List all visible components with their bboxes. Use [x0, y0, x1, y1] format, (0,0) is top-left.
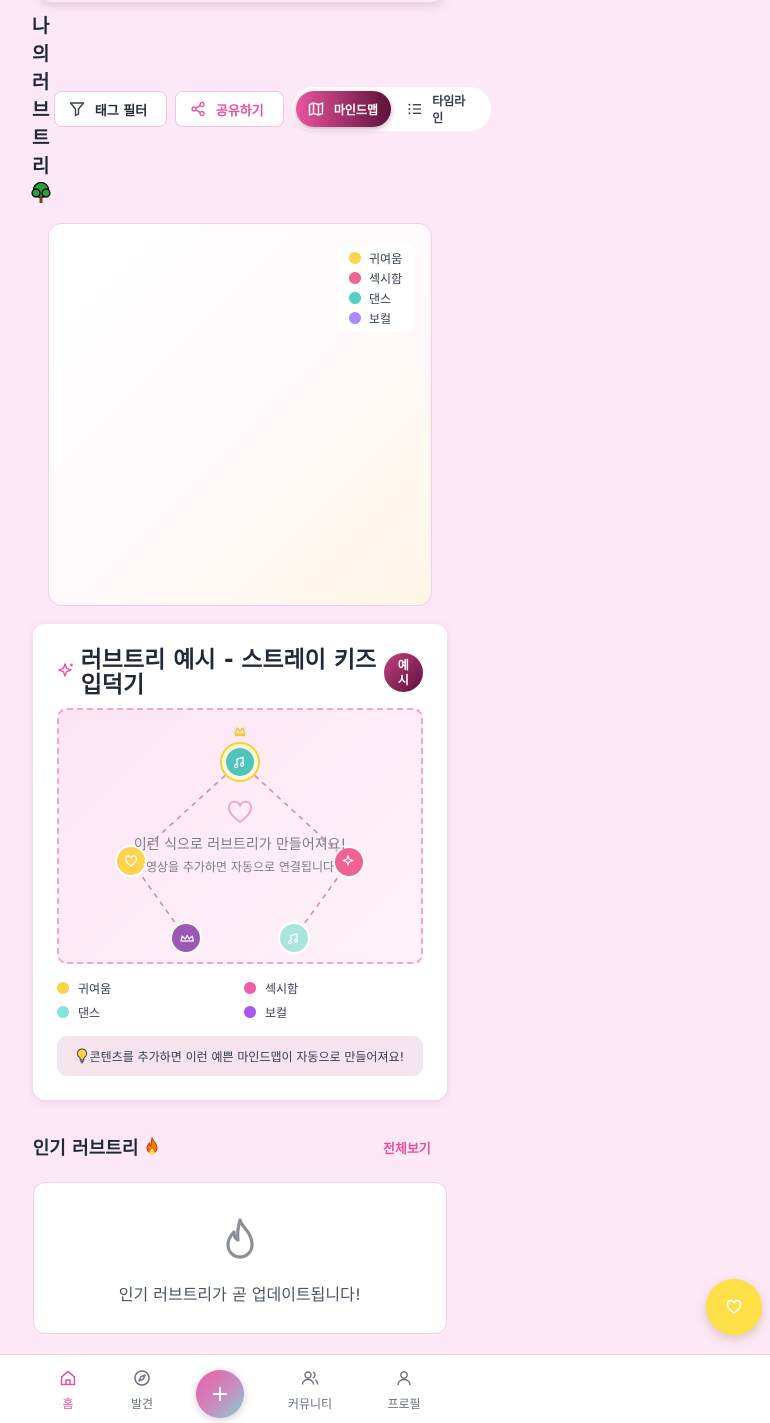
legend-label: 섹시함 [369, 271, 403, 286]
sparkle-icon [58, 663, 73, 677]
legend-label: 보컬 [369, 311, 392, 326]
legend-dot [349, 252, 361, 264]
legend-label: 댄스 [78, 1005, 101, 1020]
map-icon [308, 102, 324, 116]
compass-icon [134, 1370, 150, 1386]
filter-icon [69, 102, 85, 117]
example-card: 러브트리 예시 - 스트레이 키즈 입덕기 예시 이런 식으로 러브트리가 만들… [33, 624, 447, 1100]
legend-item: 댄스 [338, 288, 414, 308]
share-icon [191, 101, 205, 117]
legend-label: 귀여움 [78, 981, 112, 996]
nav-home[interactable]: 홈 [38, 1369, 98, 1412]
nav-community[interactable]: 커뮤니티 [280, 1369, 340, 1412]
node-vocal[interactable] [170, 922, 202, 954]
like-fab-button[interactable] [706, 1279, 762, 1335]
nav-profile[interactable]: 프로필 [374, 1369, 434, 1412]
example-badge: 예시 [384, 653, 423, 692]
page-title: 나의러브트리 [30, 12, 52, 204]
legend-item: 보컬 [338, 308, 414, 328]
lightbulb-icon [76, 1048, 87, 1064]
legend-item: 보컬 [244, 1004, 423, 1020]
list-icon [408, 103, 421, 115]
example-message: 이런 식으로 러브트리가 만들어져요! [133, 837, 347, 853]
tag-filter-button[interactable]: 태그 필터 [54, 91, 167, 127]
flame-outline-icon [226, 1218, 254, 1259]
legend-item: 댄스 [57, 1004, 244, 1020]
timeline-view-label: 타임라인 [432, 94, 466, 125]
legend-label: 귀여움 [369, 251, 403, 266]
legend-dot [349, 272, 361, 284]
tree-icon [31, 182, 51, 203]
legend-label: 댄스 [369, 291, 392, 306]
example-sub-message: 영상을 추가하면 자동으로 연결됩니다 [145, 860, 335, 874]
heart-icon [726, 1299, 742, 1314]
crown-icon [234, 727, 246, 737]
users-icon [301, 1371, 319, 1385]
add-button[interactable]: + [196, 1370, 244, 1418]
node-root-dance[interactable] [220, 742, 260, 782]
legend-label: 보컬 [265, 1005, 288, 1020]
legend-item: 섹시함 [338, 268, 414, 288]
node-dance-2[interactable] [278, 922, 310, 954]
nav-discover-label: 발견 [130, 1397, 154, 1411]
nav-home-label: 홈 [62, 1397, 74, 1411]
legend-dot [57, 982, 69, 994]
legend-dot [57, 1006, 69, 1018]
timeline-view-button[interactable]: 타임라인 [395, 91, 487, 127]
popular-empty-text: 인기 러브트리가 곧 업데이트됩니다! [118, 1285, 362, 1304]
nav-profile-label: 프로필 [387, 1397, 421, 1411]
legend-dot [349, 292, 361, 304]
example-legend: 귀여움 섹시함 댄스 보컬 [57, 980, 423, 1020]
nav-discover[interactable]: 발견 [112, 1369, 172, 1412]
view-toggle: 마인드맵 타임라인 [292, 87, 491, 131]
legend-item: 귀여움 [57, 980, 244, 996]
page-title-text: 나의러브트리 [32, 15, 50, 177]
legend-dot [244, 1006, 256, 1018]
view-all-link[interactable]: 전체보기 [383, 1138, 431, 1157]
share-label: 공유하기 [216, 103, 264, 119]
example-title: 러브트리 예시 - 스트레이 키즈 입덕기 [81, 647, 377, 698]
legend-label: 섹시함 [265, 981, 299, 996]
popular-title-text: 인기 러브트리 [33, 1138, 139, 1159]
legend-dot [349, 312, 361, 324]
legend-dot [244, 982, 256, 994]
popular-empty-card: 인기 러브트리가 곧 업데이트됩니다! [33, 1182, 447, 1334]
fire-icon [146, 1137, 158, 1155]
popular-section-title: 인기 러브트리 [33, 1134, 161, 1160]
legend-item: 귀여움 [338, 248, 414, 268]
top-card-edge [40, 0, 444, 2]
heart-icon [228, 800, 252, 824]
user-icon [397, 1371, 411, 1386]
legend-item: 섹시함 [244, 980, 423, 996]
bottom-nav: 홈 발견 + 커뮤니티 프로필 [0, 1354, 770, 1423]
popular-section-header: 인기 러브트리 전체보기 [33, 1134, 431, 1160]
tag-filter-label: 태그 필터 [95, 103, 148, 119]
example-mindmap: 이런 식으로 러브트리가 만들어져요! 영상을 추가하면 자동으로 연결됩니다 [57, 708, 423, 964]
mindmap-legend: 귀여움 섹시함 댄스 보컬 [338, 244, 414, 332]
share-button[interactable]: 공유하기 [175, 91, 284, 127]
nav-community-label: 커뮤니티 [287, 1397, 333, 1411]
mindmap-view-label: 마인드맵 [334, 102, 379, 117]
example-tip: 콘텐츠를 추가하면 이런 예쁜 마인드맵이 자동으로 만들어져요! [57, 1036, 423, 1076]
mindmap-view-button[interactable]: 마인드맵 [296, 91, 391, 127]
toolbar: 태그 필터 공유하기 마인드맵 타임라인 [54, 87, 491, 131]
home-icon [60, 1370, 76, 1386]
example-tip-text: 콘텐츠를 추가하면 이런 예쁜 마인드맵이 자동으로 만들어져요! [89, 1049, 405, 1064]
